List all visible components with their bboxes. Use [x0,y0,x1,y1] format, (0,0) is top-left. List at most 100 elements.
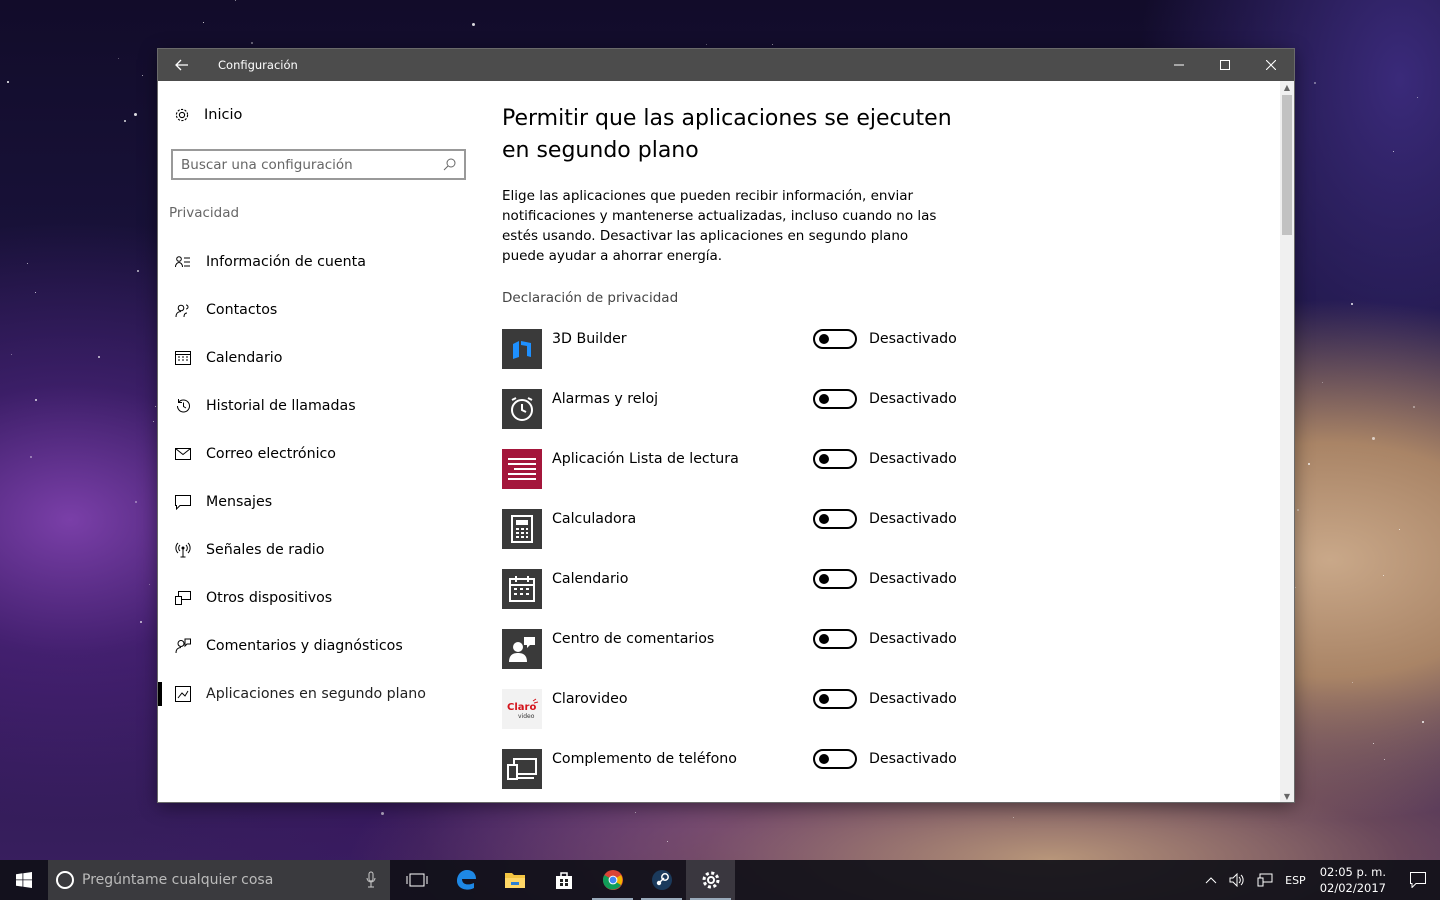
start-button[interactable] [0,860,48,900]
clarovideo-logo-icon: Claro video [502,689,542,729]
sidebar-item-other-devices[interactable]: Otros dispositivos [158,574,478,622]
action-center-button[interactable] [1396,860,1440,900]
minimize-button[interactable] [1156,49,1202,81]
account-info-icon [174,253,192,271]
app-toggle-clarovideo[interactable] [813,689,857,709]
cortana-icon [56,871,74,889]
star [706,44,707,45]
app-row-calendar: Calendario Desactivado [502,569,982,629]
taskbar-edge[interactable] [441,860,490,900]
sidebar-item-label: Historial de llamadas [206,398,356,414]
search-box[interactable] [171,149,466,180]
microphone-icon[interactable] [366,871,376,888]
cortana-search-box[interactable]: Pregúntame cualquier cosa [48,860,390,900]
section-label: Privacidad [169,205,240,221]
back-button[interactable] [158,49,206,81]
scroll-down-icon[interactable]: ▼ [1280,790,1294,802]
toggle-state: Desactivado [869,691,957,707]
home-link[interactable]: Inicio [174,107,242,123]
minimize-icon [1174,64,1184,66]
tray-chevron-up-icon[interactable] [1205,876,1217,884]
store-icon [555,872,572,889]
radio-icon [174,541,192,559]
calendar-app-icon [502,569,542,609]
scrollbar[interactable]: ▲ ▼ [1280,81,1294,802]
windows-logo-icon [16,872,32,888]
star [155,406,156,407]
star [1351,303,1353,305]
app-toggle-reading-list[interactable] [813,449,857,469]
privacy-statement-link[interactable]: Declaración de privacidad [502,290,678,306]
sidebar-item-email[interactable]: Correo electrónico [158,430,478,478]
notification-icon [1410,872,1426,888]
scrollbar-thumb[interactable] [1282,95,1292,235]
page-description: Elige las aplicaciones que pueden recibi… [502,188,937,264]
message-icon [174,493,192,511]
star [667,841,668,842]
sidebar-item-messages[interactable]: Mensajes [158,478,478,526]
app-toggle-alarms[interactable] [813,389,857,409]
main-panel: Permitir que las aplicaciones se ejecute… [502,81,1262,802]
sidebar-item-label: Correo electrónico [206,446,336,462]
taskbar-chrome[interactable] [588,860,637,900]
task-view-button[interactable] [392,860,441,900]
star [98,356,100,358]
phone-companion-icon [502,749,542,789]
star [149,584,150,585]
sidebar-item-account-info[interactable]: Información de cuenta [158,238,478,286]
search-icon[interactable] [443,158,456,171]
star [1393,151,1394,152]
sidebar-item-label: Señales de radio [206,542,325,558]
toggle-state: Desactivado [869,331,957,347]
app-toggle-calendar[interactable] [813,569,857,589]
star [140,621,142,623]
star [251,42,253,44]
star [137,270,139,272]
gear-icon [175,108,189,122]
language-indicator[interactable]: ESP [1285,874,1306,887]
app-name: Clarovideo [552,691,628,707]
taskbar-store[interactable] [539,860,588,900]
3d-builder-icon [502,329,542,369]
star [772,44,773,45]
scroll-up-icon[interactable]: ▲ [1280,81,1294,93]
star [1297,509,1299,511]
taskbar-settings[interactable] [686,860,735,900]
sidebar-item-label: Información de cuenta [206,254,366,270]
maximize-button[interactable] [1202,49,1248,81]
toggle-state: Desactivado [869,391,957,407]
maximize-icon [1220,60,1230,70]
search-input[interactable] [181,156,443,173]
clock[interactable]: 02:05 p. m. 02/02/2017 [1320,864,1386,896]
app-toggle-feedback-hub[interactable] [813,629,857,649]
network-icon[interactable] [1257,873,1273,887]
toggle-state: Desactivado [869,571,957,587]
close-button[interactable] [1248,49,1294,81]
star [7,81,9,83]
star [30,456,32,458]
clock-time: 02:05 p. m. [1319,865,1386,879]
star [1013,817,1014,818]
star [235,0,236,1]
taskbar: Pregúntame cualquier cosa ESP 02:05 p. m… [0,860,1440,900]
star [635,812,636,813]
volume-icon[interactable] [1229,873,1245,887]
page-title: Permitir que las aplicaciones se ejecute… [502,106,952,163]
sidebar-item-radios[interactable]: Señales de radio [158,526,478,574]
taskbar-file-explorer[interactable] [490,860,539,900]
sidebar-item-background-apps[interactable]: Aplicaciones en segundo plano [158,670,478,718]
edge-icon [456,870,476,890]
sidebar-item-contacts[interactable]: Contactos [158,286,478,334]
sidebar-item-calendar[interactable]: Calendario [158,334,478,382]
toggle-knob [819,694,829,704]
feedback-icon [174,637,192,655]
taskbar-steam[interactable] [637,860,686,900]
sidebar-item-feedback[interactable]: Comentarios y diagnósticos [158,622,478,670]
star [1322,382,1323,383]
app-toggle-calculator[interactable] [813,509,857,529]
sidebar-item-call-history[interactable]: Historial de llamadas [158,382,478,430]
star [124,120,126,122]
star [1352,682,1353,683]
app-toggle-3d-builder[interactable] [813,329,857,349]
app-toggle-phone-companion[interactable] [813,749,857,769]
